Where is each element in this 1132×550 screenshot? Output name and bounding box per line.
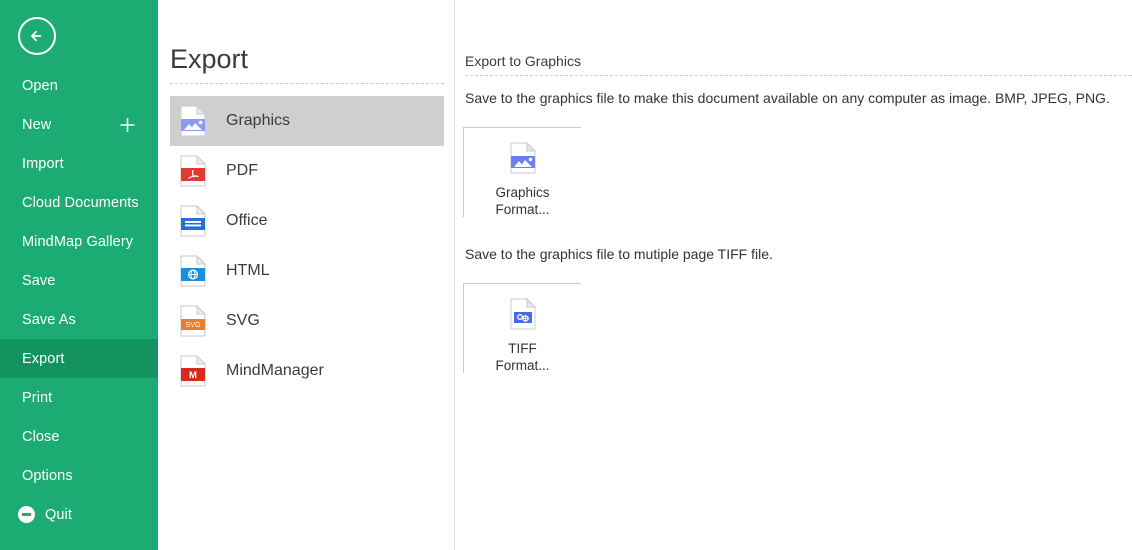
export-category-panel: Export Graphics PDF Office HTML SVG SVG … (158, 0, 455, 550)
tiff-file-icon (510, 298, 536, 330)
export-category-graphics[interactable]: Graphics (170, 96, 444, 146)
sidebar-item-open[interactable]: Open (0, 66, 158, 105)
export-category-mindmanager[interactable]: M MindManager (170, 346, 444, 396)
sidebar-item-close[interactable]: Close (0, 417, 158, 456)
graphics-file-icon (510, 142, 536, 174)
pdf-file-icon (180, 155, 206, 187)
sidebar-item-save[interactable]: Save (0, 261, 158, 300)
export-detail-title: Export to Graphics (465, 53, 581, 69)
export-detail-panel: Export to Graphics Save to the graphics … (455, 0, 1132, 550)
page-title: Export (170, 44, 249, 74)
back-arrow-icon (27, 26, 47, 46)
graphics-format-label-line1: Graphics (495, 185, 550, 200)
export-category-label: Graphics (226, 112, 291, 129)
sidebar-item-save-as[interactable]: Save As (0, 300, 158, 339)
sidebar-item-label: Open (22, 77, 58, 94)
sidebar-item-label: Print (22, 389, 53, 406)
sidebar-item-label: Options (22, 467, 73, 484)
detail-divider (465, 75, 1132, 76)
graphics-description: Save to the graphics file to make this d… (465, 90, 1110, 106)
sidebar-item-quit[interactable]: Quit (0, 495, 158, 534)
sidebar-item-label: MindMap Gallery (22, 233, 134, 250)
tiff-description: Save to the graphics file to mutiple pag… (465, 246, 773, 262)
sidebar-item-label: Quit (45, 506, 72, 523)
export-category-label: Office (226, 212, 268, 229)
sidebar-item-label: Close (22, 428, 60, 445)
svg-file-icon: SVG (180, 305, 206, 337)
export-category-svg[interactable]: SVG SVG (170, 296, 444, 346)
sidebar-item-export[interactable]: Export (0, 339, 158, 378)
export-category-pdf[interactable]: PDF (170, 146, 444, 196)
export-backstage-view: Open New Import Cloud Documents MindMap … (0, 0, 1132, 550)
sidebar-item-new[interactable]: New (0, 105, 158, 144)
plus-icon (119, 116, 136, 133)
quit-icon (18, 506, 35, 523)
tiff-format-button[interactable]: TIFF Format... (463, 283, 581, 373)
export-category-label: SVG (226, 312, 260, 329)
export-category-label: HTML (226, 262, 270, 279)
export-category-label: MindManager (226, 362, 324, 379)
sidebar-item-options[interactable]: Options (0, 456, 158, 495)
sidebar-item-import[interactable]: Import (0, 144, 158, 183)
sidebar-item-label: Save As (22, 311, 76, 328)
tiff-format-label: TIFF Format... (495, 340, 549, 374)
svg-text:M: M (189, 370, 197, 381)
export-category-html[interactable]: HTML (170, 246, 444, 296)
export-category-list: Graphics PDF Office HTML SVG SVG M MindM… (170, 96, 444, 396)
svg-text:SVG: SVG (185, 320, 201, 329)
sidebar-item-label: Save (22, 272, 56, 289)
graphics-file-icon (180, 105, 206, 137)
sidebar-item-mindmap-gallery[interactable]: MindMap Gallery (0, 222, 158, 261)
export-category-label: PDF (226, 162, 258, 179)
title-divider (170, 83, 444, 84)
back-button[interactable] (18, 17, 56, 55)
html-file-icon (180, 255, 206, 287)
sidebar-menu: Open New Import Cloud Documents MindMap … (0, 66, 158, 534)
export-category-office[interactable]: Office (170, 196, 444, 246)
tiff-format-label-line2: Format... (495, 358, 550, 373)
mindmanager-file-icon: M (180, 355, 206, 387)
sidebar-item-print[interactable]: Print (0, 378, 158, 417)
sidebar-item-label: New (22, 116, 52, 133)
graphics-format-button[interactable]: Graphics Format... (463, 127, 581, 217)
sidebar-item-label: Import (22, 155, 64, 172)
sidebar-item-cloud-documents[interactable]: Cloud Documents (0, 183, 158, 222)
tiff-format-label-line1: TIFF (508, 341, 537, 356)
graphics-format-label-line2: Format... (495, 202, 550, 217)
sidebar-item-label: Cloud Documents (22, 194, 139, 211)
office-file-icon (180, 205, 206, 237)
sidebar-item-label: Export (22, 350, 65, 367)
sidebar: Open New Import Cloud Documents MindMap … (0, 0, 158, 550)
graphics-format-label: Graphics Format... (495, 184, 549, 218)
